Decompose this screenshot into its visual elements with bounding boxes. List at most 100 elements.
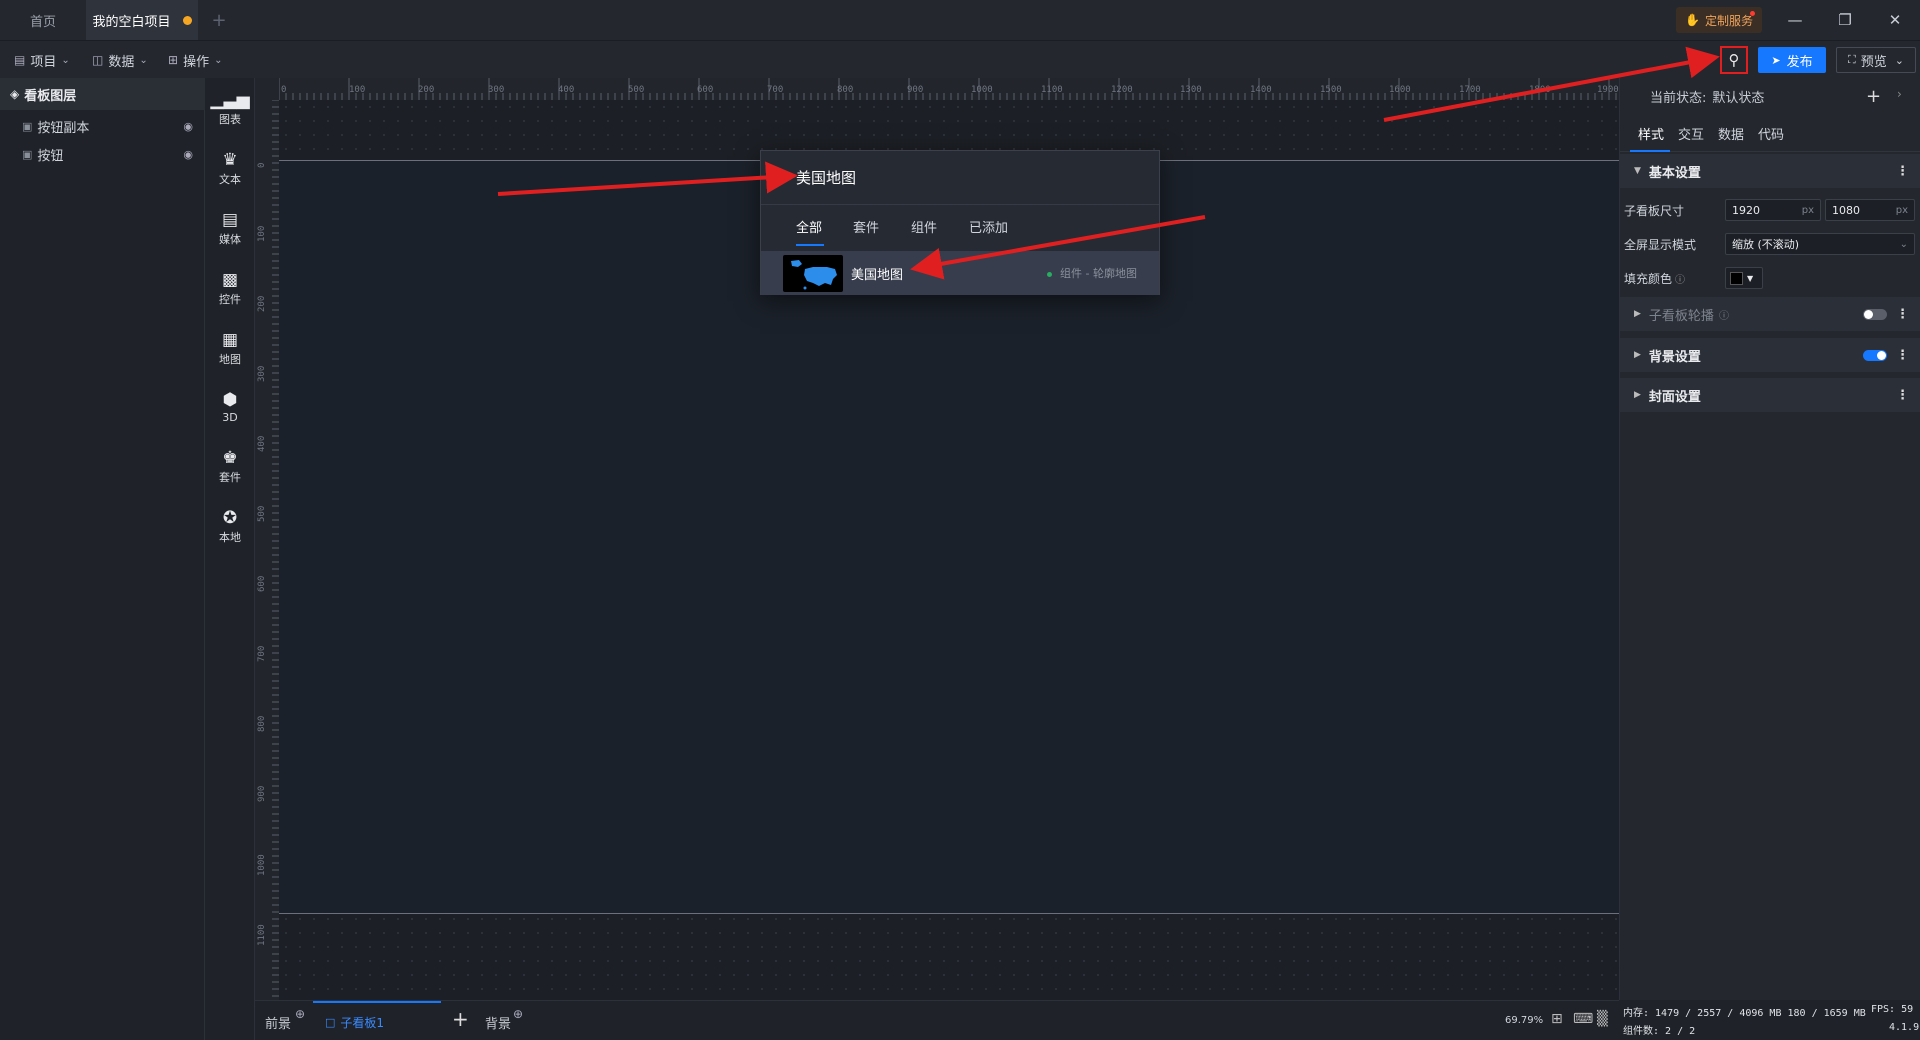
section-cover[interactable]: ▶ 封面设置 ⋮ <box>1620 378 1920 412</box>
component-label: 图表 <box>219 113 241 126</box>
ruler-label: 1900 <box>1597 85 1619 95</box>
custom-service-label: 定制服务 <box>1704 13 1753 28</box>
fullscreen-row: 全屏显示模式 缩放 (不滚动) ⌄ <box>1620 227 1920 261</box>
more-icon[interactable]: ⋮ <box>1896 348 1909 363</box>
section-basic-settings[interactable]: ▼ 基本设置 ⋮ <box>1620 154 1920 188</box>
search-tab-added[interactable]: 已添加 <box>969 217 1008 236</box>
tab-interaction[interactable]: 交互 <box>1678 124 1704 143</box>
component-label: 控件 <box>219 293 241 306</box>
component-chart[interactable]: ▁▃▅ 图表 <box>205 82 255 136</box>
chevron-down-icon: ⌄ <box>1899 238 1908 250</box>
menu-operations[interactable]: ⊞ 操作 ⌄ <box>168 41 222 79</box>
notification-dot <box>1750 11 1755 16</box>
cube-icon: ⬢ <box>222 389 238 410</box>
section-carousel[interactable]: ▶ 子看板轮播 ⓘ ⋮ <box>1620 297 1920 331</box>
component-label: 本地 <box>219 531 241 544</box>
more-icon[interactable]: ⋮ <box>1896 388 1909 403</box>
layers-title: 看板图层 <box>24 88 77 104</box>
tab-project[interactable]: 我的空白项目 <box>86 0 198 40</box>
preview-button[interactable]: ⛶ 预览 ⌄ <box>1836 47 1916 73</box>
fullscreen-select[interactable]: 缩放 (不滚动) ⌄ <box>1725 233 1915 255</box>
component-3d[interactable]: ⬢ 3D <box>205 380 255 434</box>
size-label: 子看板尺寸 <box>1624 203 1685 218</box>
search-button[interactable]: ⚲ <box>1720 46 1748 74</box>
search-tab-kits[interactable]: 套件 <box>853 217 879 236</box>
result-tag-label: 组件 - 轮廓地图 <box>1060 267 1137 280</box>
layer-item[interactable]: ▣ 按钮副本 ◉ <box>0 112 205 140</box>
section-background[interactable]: ▶ 背景设置 ⋮ <box>1620 338 1920 372</box>
chevron-right-icon[interactable]: › <box>1897 87 1902 101</box>
add-circle-icon[interactable]: ⊕ <box>513 1007 523 1021</box>
hand-icon: ✋ <box>1685 13 1700 27</box>
image-icon: ▣ <box>22 119 33 133</box>
result-name: 美国地图 <box>851 268 904 283</box>
eye-icon[interactable]: ◉ <box>183 148 193 161</box>
more-icon[interactable]: ⋮ <box>1896 307 1909 322</box>
unsaved-dot-icon <box>182 15 192 25</box>
app-window: 首页 我的空白项目 + ✋ 定制服务 — ❐ ✕ ▤ 项目 ⌄ ◫ 数据 ⌄ ⊞ 操作 ⌄ ⚲… <box>0 0 1920 1040</box>
add-board-icon[interactable]: + <box>452 1007 469 1031</box>
terminal-icon[interactable]: ▒ <box>1597 1011 1608 1027</box>
layers-panel: ◈ 看板图层 ▣ 按钮副本 ◉ ▣ 按钮 ◉ <box>0 78 205 1040</box>
unit-label: px <box>1895 204 1908 216</box>
ruler-label: 1000 <box>971 85 993 95</box>
tab-home[interactable]: 首页 <box>0 0 86 40</box>
keyboard-icon[interactable]: ⌨ <box>1573 1011 1593 1027</box>
component-count: 组件数: 2 / 2 <box>1623 1026 1696 1037</box>
ruler-label: 300 <box>257 365 267 382</box>
add-tab-button[interactable]: + <box>204 0 234 40</box>
component-media[interactable]: ▤ 媒体 <box>205 202 255 256</box>
custom-service-button[interactable]: ✋ 定制服务 <box>1676 7 1762 33</box>
unit-label: px <box>1801 204 1814 216</box>
ruler-label: 400 <box>257 435 267 452</box>
size-row: 子看板尺寸 1920 px 1080 px <box>1620 193 1920 227</box>
close-button[interactable]: ✕ <box>1870 0 1920 40</box>
component-widget[interactable]: ▩ 控件 <box>205 262 255 316</box>
background-toggle[interactable] <box>1863 350 1887 361</box>
plus-icon: + <box>211 9 227 31</box>
state-value[interactable]: 默认状态 <box>1712 87 1764 106</box>
fill-label: 填充颜色 <box>1624 271 1673 286</box>
foreground-tab[interactable]: 前景 <box>265 1013 291 1032</box>
status-panel: 内存: 1479 / 2557 / 4096 MB 180 / 1659 MB … <box>1619 1000 1920 1040</box>
ruler-label: 1500 <box>1320 85 1342 95</box>
component-local[interactable]: ✪ 本地 <box>205 500 255 554</box>
search-query: 美国地图 <box>796 169 857 187</box>
fill-color-picker[interactable]: ▼ <box>1725 267 1763 289</box>
tab-code[interactable]: 代码 <box>1758 124 1784 143</box>
search-input[interactable]: 美国地图 <box>761 151 1159 205</box>
fill-row: 填充颜色 ⓘ ▼ <box>1620 261 1920 295</box>
minimize-button[interactable]: — <box>1770 0 1820 40</box>
ruler-label: 0 <box>257 162 267 168</box>
width-input[interactable]: 1920 px <box>1725 199 1821 221</box>
component-kit[interactable]: ♚ 套件 <box>205 440 255 494</box>
background-tab[interactable]: 背景 <box>485 1013 511 1032</box>
ruler-label: 1000 <box>257 854 267 876</box>
height-input[interactable]: 1080 px <box>1825 199 1915 221</box>
menu-data[interactable]: ◫ 数据 ⌄ <box>92 41 148 79</box>
zoom-level[interactable]: 69.79% <box>1505 1015 1543 1026</box>
component-text[interactable]: ♛ 文本 <box>205 142 255 196</box>
us-map-thumbnail <box>783 255 843 292</box>
publish-button[interactable]: ➤ 发布 <box>1758 47 1826 73</box>
sub-board-tab[interactable]: □ 子看板1 <box>313 1001 441 1040</box>
add-circle-icon[interactable]: ⊕ <box>295 1007 305 1021</box>
tab-data[interactable]: 数据 <box>1718 124 1744 143</box>
restore-button[interactable]: ❐ <box>1820 0 1870 40</box>
component-label: 套件 <box>219 471 241 484</box>
ruler-label: 1100 <box>1041 85 1063 95</box>
menu-project[interactable]: ▤ 项目 ⌄ <box>14 41 70 79</box>
layer-item[interactable]: ▣ 按钮 ◉ <box>0 140 205 168</box>
fit-screen-icon[interactable]: ⊞ <box>1551 1011 1563 1027</box>
component-map[interactable]: ▦ 地图 <box>205 322 255 376</box>
add-state-icon[interactable]: + <box>1866 86 1881 107</box>
more-icon[interactable]: ⋮ <box>1896 164 1909 179</box>
search-tab-components[interactable]: 组件 <box>911 217 937 236</box>
search-tab-all[interactable]: 全部 <box>796 217 822 236</box>
media-icon: ▤ <box>221 210 239 230</box>
search-result-item[interactable]: 美国地图 组件 - 轮廓地图 <box>761 251 1159 295</box>
eye-icon[interactable]: ◉ <box>183 120 193 133</box>
tab-style[interactable]: 样式 <box>1638 124 1664 143</box>
caret-down-icon: ▼ <box>1634 166 1641 176</box>
carousel-toggle[interactable] <box>1863 309 1887 320</box>
